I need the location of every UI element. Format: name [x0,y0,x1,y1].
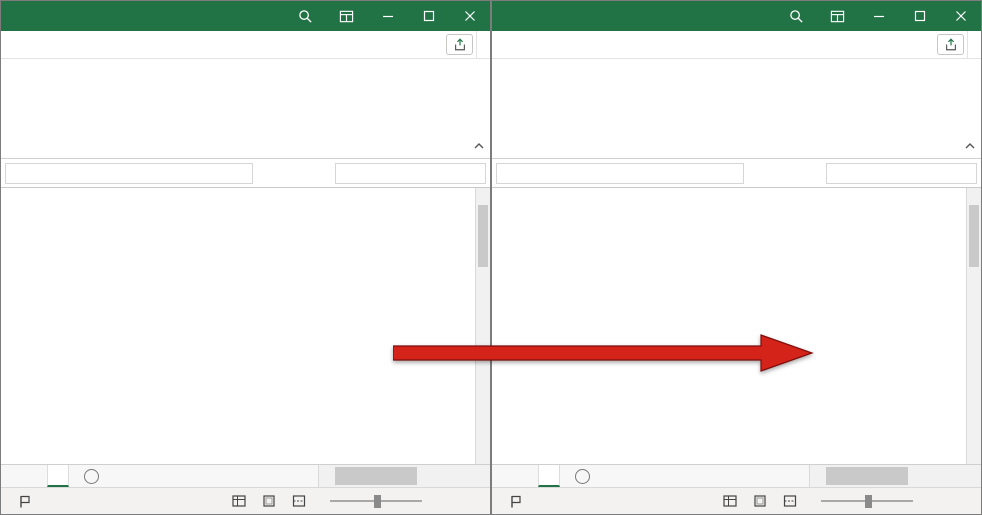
ribbon-groups [1,59,490,158]
page-layout-view-icon[interactable] [258,495,280,507]
spreadsheet-area [1,188,490,464]
horizontal-scroll-thumb[interactable] [335,467,417,485]
red-arrow [393,334,814,372]
sheet-tab-bar [1,464,490,487]
scroll-up-icon[interactable] [967,188,981,203]
accessibility-icon[interactable] [510,495,522,508]
formula-bar-row [1,159,490,188]
accessibility-icon[interactable] [19,495,31,508]
scroll-down-icon[interactable] [967,449,981,464]
scroll-up-icon[interactable] [476,188,490,203]
scroll-down-icon[interactable] [476,449,490,464]
spreadsheet-area [492,188,981,464]
zoom-slider[interactable] [330,488,422,514]
maximize-icon[interactable] [408,1,449,31]
ribbon-tabs [492,31,934,58]
zoom-slider-thumb[interactable] [374,495,381,508]
add-sheet-icon[interactable] [575,469,590,484]
horizontal-scrollbar[interactable] [318,465,490,487]
formula-bar-row [492,159,981,188]
search-icon[interactable] [776,1,817,31]
status-bar [1,487,490,514]
status-bar [492,487,981,514]
minimize-icon[interactable] [367,1,408,31]
close-icon[interactable] [940,1,981,31]
title-bar[interactable] [1,1,490,31]
sheet-tab-carsales-north[interactable] [47,465,69,487]
vertical-scrollbar[interactable] [475,188,490,464]
share-button[interactable] [446,34,473,55]
ribbon-tabs [1,31,443,58]
ribbon [1,59,490,159]
normal-view-icon[interactable] [228,495,250,507]
maximize-icon[interactable] [899,1,940,31]
vertical-scroll-thumb[interactable] [969,205,979,267]
horizontal-scrollbar[interactable] [809,465,981,487]
excel-window-right [491,0,982,515]
horizontal-scroll-thumb[interactable] [826,467,908,485]
ribbon [492,59,981,159]
close-icon[interactable] [449,1,490,31]
sheet-tab-bar [492,464,981,487]
name-box[interactable] [496,163,744,184]
ribbon-tab-bar [492,31,981,59]
vertical-scroll-thumb[interactable] [478,205,488,267]
search-icon[interactable] [285,1,326,31]
name-box[interactable] [5,163,253,184]
zoom-slider[interactable] [821,488,913,514]
page-layout-view-icon[interactable] [749,495,771,507]
normal-view-icon[interactable] [719,495,741,507]
vertical-scrollbar[interactable] [966,188,981,464]
share-button[interactable] [937,34,964,55]
ribbon-groups [492,59,981,158]
ribbon-more-chevron-icon[interactable] [967,31,981,58]
add-sheet-icon[interactable] [84,469,99,484]
excel-window-left [0,0,491,515]
page-break-view-icon[interactable] [779,495,801,507]
ribbon-display-options-icon[interactable] [326,1,367,31]
ribbon-more-chevron-icon[interactable] [476,31,490,58]
title-bar[interactable] [492,1,981,31]
ribbon-display-options-icon[interactable] [817,1,858,31]
sheet-tab-carsales-south[interactable] [538,465,560,487]
formula-input[interactable] [826,163,977,184]
collapse-ribbon-icon[interactable] [964,138,976,156]
minimize-icon[interactable] [858,1,899,31]
dual-excel-screen [0,0,982,515]
spreadsheet-grid [1,188,475,464]
collapse-ribbon-icon[interactable] [473,138,485,156]
ribbon-tab-bar [1,31,490,59]
page-break-view-icon[interactable] [288,495,310,507]
spreadsheet-grid [492,188,966,464]
zoom-slider-thumb[interactable] [865,495,872,508]
formula-input[interactable] [335,163,486,184]
